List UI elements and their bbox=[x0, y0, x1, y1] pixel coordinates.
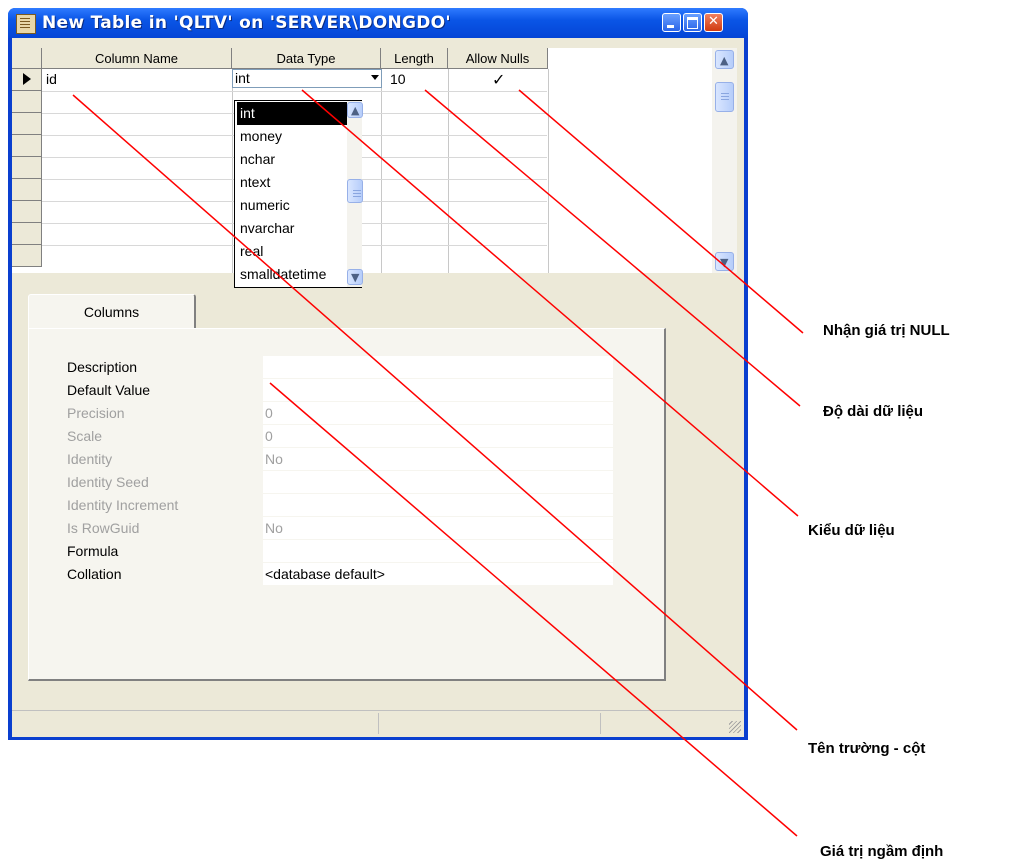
dropdown-item-selected[interactable]: int bbox=[237, 102, 347, 125]
grid-corner bbox=[12, 48, 42, 69]
row-selector[interactable] bbox=[12, 201, 42, 223]
title-bar[interactable]: New Table in 'QLTV' on 'SERVER\DONGDO' bbox=[8, 8, 748, 38]
prop-value-collation[interactable]: <database default> bbox=[263, 563, 613, 585]
prop-value-identity: No bbox=[263, 448, 613, 470]
prop-label-default-value: Default Value bbox=[67, 382, 151, 398]
data-type-combobox[interactable]: int bbox=[232, 69, 382, 88]
callout-length: Độ dài dữ liệu bbox=[823, 403, 924, 420]
tab-columns-label: Columns bbox=[83, 304, 140, 320]
dropdown-scroll-up-button[interactable]: ▲ bbox=[347, 102, 363, 118]
dropdown-item[interactable]: nvarchar bbox=[237, 217, 347, 240]
header-data-type[interactable]: Data Type bbox=[232, 48, 381, 69]
grid-divider bbox=[42, 91, 547, 92]
callout-column-name: Tên trường - cột bbox=[808, 740, 926, 757]
callout-default-value: Giá trị ngầm định bbox=[820, 843, 944, 860]
prop-value-precision: 0 bbox=[263, 402, 613, 424]
prop-value-formula[interactable] bbox=[263, 540, 613, 562]
callout-allow-null: Nhận giá trị NULL bbox=[823, 322, 950, 339]
maximize-icon[interactable] bbox=[683, 13, 702, 32]
status-bar bbox=[12, 710, 744, 737]
status-pane bbox=[600, 713, 741, 734]
prop-value-is-rowguid: No bbox=[263, 517, 613, 539]
grid-vertical-scrollbar[interactable]: ▲ ▼ bbox=[712, 48, 737, 273]
column-properties-panel: Description Default Value Precision 0 Sc… bbox=[28, 328, 666, 681]
dropdown-item[interactable]: nchar bbox=[237, 148, 347, 171]
table-designer-window: New Table in 'QLTV' on 'SERVER\DONGDO' C… bbox=[8, 8, 748, 740]
prop-label-formula: Formula bbox=[67, 543, 119, 559]
table-designer-icon bbox=[16, 14, 36, 34]
prop-label-description: Description bbox=[67, 359, 138, 375]
dropdown-item[interactable]: smalldatetime bbox=[237, 263, 347, 286]
grid-divider bbox=[381, 69, 382, 273]
dropdown-item[interactable]: money bbox=[237, 125, 347, 148]
prop-label-is-rowguid: Is RowGuid bbox=[67, 520, 140, 536]
header-length[interactable]: Length bbox=[381, 48, 448, 69]
prop-label-identity-increment: Identity Increment bbox=[67, 497, 179, 513]
resize-grip-icon[interactable] bbox=[729, 721, 741, 733]
dropdown-item[interactable]: real bbox=[237, 240, 347, 263]
current-row-arrow-icon bbox=[23, 73, 31, 85]
prop-value-scale: 0 bbox=[263, 425, 613, 447]
row-selector-current[interactable] bbox=[12, 69, 42, 91]
dropdown-item[interactable]: ntext bbox=[237, 171, 347, 194]
row-selector[interactable] bbox=[12, 179, 42, 201]
scroll-thumb[interactable] bbox=[715, 82, 734, 112]
prop-value-identity-increment bbox=[263, 494, 613, 516]
prop-label-scale: Scale bbox=[67, 428, 103, 444]
cell-column-name[interactable]: id bbox=[46, 71, 57, 87]
prop-value-identity-seed bbox=[263, 471, 613, 493]
chevron-up-icon: ▲ bbox=[720, 54, 729, 67]
dropdown-scroll-thumb[interactable] bbox=[347, 179, 363, 203]
window-title: New Table in 'QLTV' on 'SERVER\DONGDO' bbox=[42, 13, 451, 33]
prop-value-description[interactable] bbox=[263, 356, 613, 378]
tab-columns[interactable]: Columns bbox=[28, 294, 196, 330]
client-area: Column Name Data Type Length Allow Nulls bbox=[12, 38, 744, 737]
dropdown-scroll-down-button[interactable]: ▼ bbox=[347, 269, 363, 285]
row-selector[interactable] bbox=[12, 157, 42, 179]
row-selector[interactable] bbox=[12, 113, 42, 135]
grid-divider bbox=[548, 69, 549, 273]
scroll-down-button[interactable]: ▼ bbox=[715, 252, 734, 271]
dropdown-scrollbar[interactable]: ▲ ▼ bbox=[347, 101, 363, 287]
row-selector[interactable] bbox=[12, 223, 42, 245]
row-selector[interactable] bbox=[12, 245, 42, 267]
minimize-icon[interactable] bbox=[662, 13, 681, 32]
cell-allow-nulls-checkbox[interactable]: ✓ bbox=[492, 70, 505, 90]
chevron-up-icon: ▲ bbox=[351, 104, 360, 117]
row-selector[interactable] bbox=[12, 91, 42, 113]
chevron-down-icon: ▼ bbox=[351, 271, 360, 284]
prop-value-default-value[interactable] bbox=[263, 379, 613, 401]
chevron-down-icon: ▼ bbox=[720, 256, 729, 269]
grid-divider bbox=[232, 69, 233, 273]
scroll-up-button[interactable]: ▲ bbox=[715, 50, 734, 69]
header-column-name[interactable]: Column Name bbox=[42, 48, 232, 69]
chevron-down-icon[interactable] bbox=[371, 75, 379, 80]
row-selector[interactable] bbox=[12, 135, 42, 157]
data-type-dropdown-list[interactable]: int money nchar ntext numeric nvarchar r… bbox=[234, 100, 363, 288]
prop-label-collation: Collation bbox=[67, 566, 122, 582]
dropdown-item[interactable]: numeric bbox=[237, 194, 347, 217]
callout-data-type: Kiểu dữ liệu bbox=[808, 522, 895, 539]
grid-divider bbox=[448, 69, 449, 273]
close-icon[interactable] bbox=[704, 13, 723, 32]
prop-label-identity-seed: Identity Seed bbox=[67, 474, 149, 490]
status-pane bbox=[378, 713, 601, 734]
header-allow-nulls[interactable]: Allow Nulls bbox=[448, 48, 548, 69]
prop-label-precision: Precision bbox=[67, 405, 125, 421]
data-type-value: int bbox=[235, 70, 250, 86]
prop-label-identity: Identity bbox=[67, 451, 113, 467]
cell-length[interactable]: 10 bbox=[390, 71, 406, 87]
